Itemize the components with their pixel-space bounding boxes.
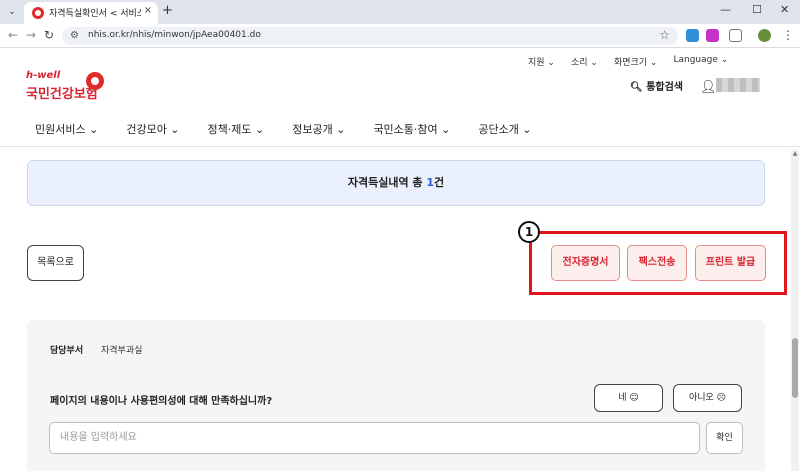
satisfied-yes-button[interactable]: 네 ☺ [594, 384, 663, 412]
minimize-button[interactable]: — [720, 3, 731, 16]
new-tab-button[interactable]: + [162, 3, 173, 18]
user-menu[interactable]: 👤︎ [700, 76, 760, 95]
util-link-support[interactable]: 지원 ⌄ [528, 55, 555, 68]
confirm-button[interactable]: 확인 [706, 422, 743, 454]
qualification-summary-box: 자격득실내역 총 1건 [27, 160, 765, 206]
satisfaction-survey-panel: 담당부서 자격부과실 페이지의 내용이나 사용편의성에 대해 만족하십니까? 네… [27, 320, 765, 471]
back-arrow-icon[interactable]: ← [8, 28, 18, 42]
browser-tab[interactable]: 자격득실확인서 < 서비스찾기 × [24, 2, 158, 24]
satisfied-no-button[interactable]: 아니오 ☹ [673, 384, 742, 412]
util-link-screen-size[interactable]: 화면크기 ⌄ [614, 55, 658, 68]
forward-arrow-icon[interactable]: → [26, 28, 36, 42]
search-icon: 🔍︎ [630, 82, 643, 93]
util-link-sound[interactable]: 소리 ⌄ [571, 55, 598, 68]
reload-icon[interactable]: ↻ [44, 28, 54, 42]
util-link-language[interactable]: Language ⌄ [673, 55, 728, 68]
extension-icon[interactable] [706, 29, 719, 42]
close-window-button[interactable]: ✕ [780, 3, 789, 16]
gnb-item-participation[interactable]: 국민소통·참여 ⌄ [373, 121, 450, 137]
search-label: 통합검색 [646, 82, 683, 93]
scroll-thumb[interactable] [792, 338, 798, 398]
extensions-puzzle-icon[interactable] [729, 29, 742, 42]
integrated-search-button[interactable]: 🔍︎ 통합검색 [630, 78, 683, 93]
heart-logo-icon [86, 72, 104, 90]
annotation-callout-badge: 1 [518, 221, 540, 243]
profile-avatar-icon[interactable] [758, 29, 771, 42]
tab-title: 자격득실확인서 < 서비스찾기 [49, 9, 141, 19]
gnb-item-info-disclosure[interactable]: 정보공개 ⌄ [292, 121, 345, 137]
user-icon: 👤︎ [700, 80, 717, 95]
scroll-up-arrow-icon[interactable]: ▲ [791, 150, 799, 157]
url-field[interactable]: ⚙ nhis.or.kr/nhis/minwon/jpAea00401.do ☆ [62, 27, 678, 45]
summary-prefix: 자격득실내역 총 [347, 176, 427, 189]
address-bar: ← → ↻ ⚙ nhis.or.kr/nhis/minwon/jpAea0040… [0, 24, 800, 48]
summary-suffix: 건 [434, 176, 445, 189]
browser-tab-bar: ⌄ 자격득실확인서 < 서비스찾기 × + — ☐ ✕ [0, 0, 800, 24]
department-value: 자격부과실 [101, 346, 143, 356]
gnb-item-health[interactable]: 건강모아 ⌄ [126, 121, 179, 137]
gnb-item-civil-service[interactable]: 민원서비스 ⌄ [35, 121, 98, 137]
summary-count: 1 [426, 176, 435, 189]
gnb-item-policy[interactable]: 정책·제도 ⌄ [208, 121, 265, 137]
nav-divider [0, 146, 800, 147]
satisfaction-question: 페이지의 내용이나 사용편의성에 대해 만족하십니까? [50, 396, 273, 407]
maximize-button[interactable]: ☐ [752, 3, 762, 16]
comment-input[interactable]: 내용을 입력하세요 [49, 422, 700, 454]
nhis-favicon-icon [32, 7, 44, 19]
browser-menu-icon[interactable]: ⋮ [782, 28, 794, 42]
gnb-item-about[interactable]: 공단소개 ⌄ [478, 121, 531, 137]
back-to-list-button[interactable]: 목록으로 [27, 245, 84, 281]
global-navigation: 민원서비스 ⌄ 건강모아 ⌄ 정책·제도 ⌄ 정보공개 ⌄ 국민소통·참여 ⌄ … [35, 121, 560, 137]
department-label: 담당부서 [50, 346, 84, 356]
fax-send-button[interactable]: 팩스전송 [627, 245, 687, 281]
tab-search-icon[interactable]: ⌄ [4, 4, 20, 20]
logo-hwell-text: h-well [26, 70, 61, 81]
utility-links: 지원 ⌄ 소리 ⌄ 화면크기 ⌄ Language ⌄ [528, 55, 728, 68]
masked-username [716, 78, 760, 92]
url-text[interactable]: nhis.or.kr/nhis/minwon/jpAea00401.do [88, 30, 261, 40]
site-info-icon[interactable]: ⚙ [70, 30, 79, 41]
page-scrollbar[interactable]: ▲ [791, 150, 799, 471]
tab-close-icon[interactable]: × [144, 5, 152, 16]
bookmark-star-icon[interactable]: ☆ [659, 28, 670, 42]
print-issue-button[interactable]: 프린트 발급 [695, 245, 766, 281]
extension-icon[interactable] [686, 29, 699, 42]
electronic-certificate-button[interactable]: 전자증명서 [551, 245, 620, 281]
